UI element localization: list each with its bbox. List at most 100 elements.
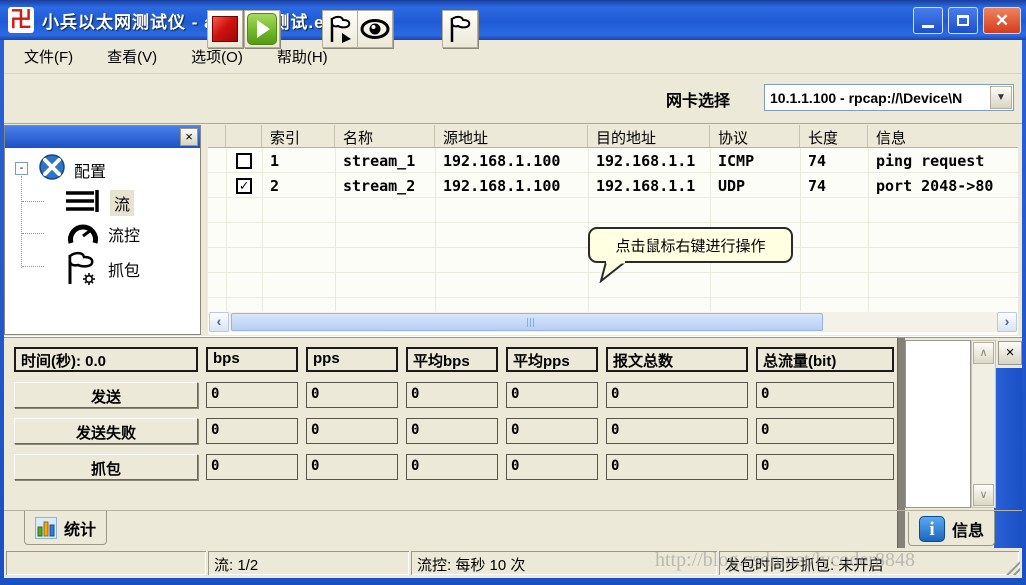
capture-tree-icon [62, 250, 102, 288]
status-empty [6, 551, 206, 575]
tree-item-flow-control[interactable]: 流控 [108, 222, 140, 246]
sun-icon [83, 273, 95, 285]
stat-value: 0 [406, 418, 498, 444]
header-dst[interactable]: 目的地址 [588, 125, 710, 147]
nic-select-value: 10.1.1.100 - rpcap://\Device\N [765, 90, 990, 106]
tab-info[interactable]: i 信息 [908, 512, 995, 546]
stop-button[interactable] [207, 10, 243, 48]
tab-info-label: 信息 [952, 517, 984, 541]
header-selector [208, 125, 226, 147]
table-row[interactable]: ✓ 2 stream_2 192.168.1.100 192.168.1.1 U… [208, 173, 1018, 198]
stream-icon [64, 189, 102, 213]
row-checkbox[interactable]: ✓ [236, 178, 252, 194]
tree-item-capture[interactable]: 抓包 [108, 257, 140, 281]
info-icon: i [919, 516, 945, 542]
menu-view[interactable]: 查看(V) [93, 42, 171, 71]
stat-value: 0 [306, 382, 398, 408]
capture-button[interactable] [442, 10, 478, 48]
cell-index: 2 [262, 177, 335, 195]
menu-file[interactable]: 文件(F) [10, 42, 87, 71]
send-button[interactable]: 发送 [14, 382, 198, 408]
stat-value: 0 [306, 454, 398, 480]
tab-statistics[interactable]: 统计 [24, 511, 107, 545]
app-window: 卍 小兵以太网测试仪 - abc项目测试.etc ✕ 文件(F) 查看(V) 选… [0, 0, 1026, 585]
stat-value: 0 [206, 382, 298, 408]
status-stream: 流: 1/2 [208, 551, 409, 575]
header-len[interactable]: 长度 [800, 125, 868, 147]
tree-connector [22, 233, 44, 234]
col-avg-bps: 平均bps [406, 347, 498, 372]
scroll-up-icon[interactable]: ∧ [973, 342, 994, 364]
stats-header-row: 时间(秒): 0.0 bps pps 平均bps 平均pps 报文总数 总流量(… [14, 347, 894, 372]
stats-panel-close-button[interactable]: × [998, 341, 1022, 365]
bar-chart-icon [35, 517, 57, 539]
scroll-down-icon[interactable]: ∨ [973, 484, 994, 506]
time-label: 时间(秒): 0.0 [14, 347, 198, 372]
tree-connector [21, 176, 22, 268]
cell-dst: 192.168.1.1 [588, 152, 710, 170]
stats-row-capture: 抓包 0 0 0 0 0 0 [14, 454, 894, 480]
config-tree-panel: × [4, 125, 201, 335]
stat-value: 0 [306, 418, 398, 444]
nic-select-label: 网卡选择 [666, 87, 730, 111]
start-capture-button[interactable] [322, 10, 358, 48]
stat-value: 0 [606, 418, 748, 444]
cell-name: stream_2 [335, 177, 435, 195]
stat-value: 0 [756, 454, 894, 480]
header-proto[interactable]: 协议 [710, 125, 800, 147]
capture-flag-play-icon [326, 14, 354, 44]
stream-table-header: 索引 名称 源地址 目的地址 协议 长度 信息 [208, 125, 1018, 148]
col-pps: pps [306, 347, 398, 372]
cell-src: 192.168.1.100 [435, 177, 588, 195]
maximize-icon [957, 15, 969, 26]
tree-item-stream[interactable]: 流 [110, 190, 134, 216]
header-info[interactable]: 信息 [868, 125, 1018, 147]
stat-value: 0 [206, 418, 298, 444]
start-button[interactable] [244, 10, 280, 48]
table-row[interactable]: 1 stream_1 192.168.1.100 192.168.1.1 ICM… [208, 148, 1018, 173]
header-checkbox [226, 125, 262, 147]
nic-select-dropdown[interactable]: 10.1.1.100 - rpcap://\Device\N ▼ [764, 84, 1014, 111]
capture-flag-icon [446, 14, 474, 44]
close-button[interactable]: ✕ [983, 7, 1021, 34]
stop-icon [212, 16, 238, 42]
scroll-right-icon[interactable]: › [997, 312, 1017, 332]
stat-value: 0 [406, 454, 498, 480]
view-button[interactable] [357, 10, 393, 48]
close-icon: ✕ [995, 11, 1009, 31]
dock-divider [4, 336, 1022, 338]
stat-value: 0 [606, 382, 748, 408]
cell-src: 192.168.1.100 [435, 152, 588, 170]
cell-len: 74 [800, 177, 868, 195]
cell-proto: UDP [710, 177, 800, 195]
cell-dst: 192.168.1.1 [588, 177, 710, 195]
tree-item-config[interactable]: 配置 [74, 158, 106, 182]
send-fail-button[interactable]: 发送失败 [14, 418, 198, 444]
tree-collapse-toggle[interactable]: - [15, 162, 28, 175]
tree-connector [22, 266, 44, 267]
row-checkbox[interactable] [236, 153, 252, 169]
horizontal-scrollbar[interactable]: ‹ › [209, 312, 1017, 332]
stat-value: 0 [606, 454, 748, 480]
scrollbar-thumb[interactable] [231, 313, 823, 331]
minimize-button[interactable] [913, 7, 943, 34]
header-src[interactable]: 源地址 [435, 125, 588, 147]
col-avg-pps: 平均pps [506, 347, 598, 372]
tree-panel-close-button[interactable]: × [180, 128, 198, 146]
info-list[interactable] [905, 340, 971, 508]
app-logo-icon: 卍 [8, 7, 34, 33]
stat-value: 0 [506, 382, 598, 408]
chevron-down-icon[interactable]: ▼ [990, 86, 1012, 109]
config-icon [38, 153, 66, 181]
col-bps: bps [206, 347, 298, 372]
header-index[interactable]: 索引 [262, 125, 335, 147]
header-name[interactable]: 名称 [335, 125, 435, 147]
stat-value: 0 [206, 454, 298, 480]
cell-info: port 2048->80 [868, 177, 1018, 195]
vertical-scrollbar[interactable]: ∧ ∨ [971, 340, 996, 508]
flow-control-icon [66, 219, 100, 249]
maximize-button[interactable] [948, 7, 978, 34]
scroll-left-icon[interactable]: ‹ [209, 312, 229, 332]
col-total-traffic: 总流量(bit) [756, 347, 894, 372]
capture-row-button[interactable]: 抓包 [14, 454, 198, 480]
